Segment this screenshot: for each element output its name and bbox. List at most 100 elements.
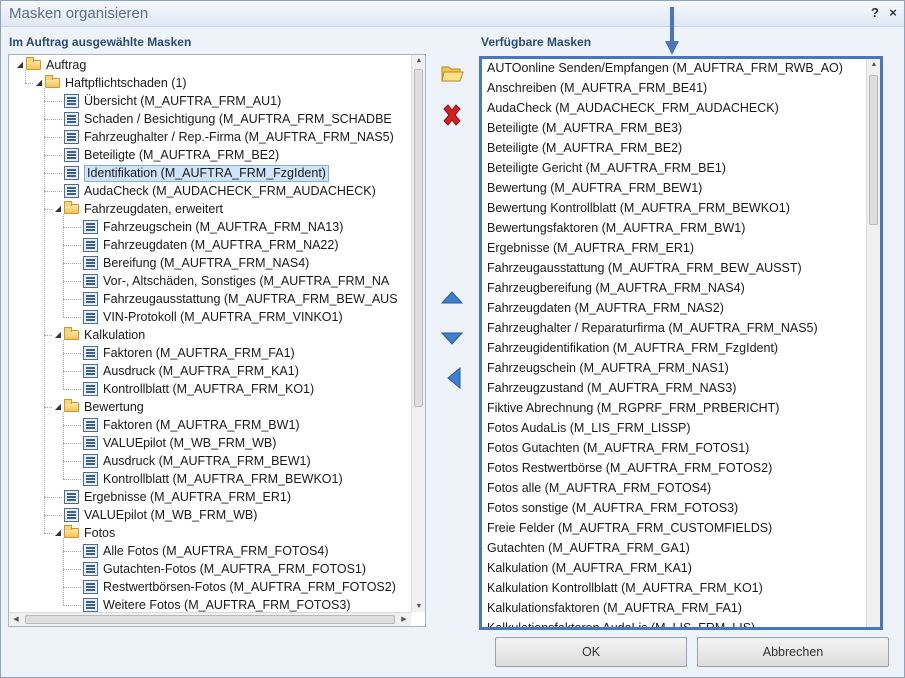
tree-node-label: Fahrzeugschein (M_AUFTRA_FRM_NA13): [103, 220, 344, 234]
scroll-right-icon[interactable]: ▶: [398, 615, 410, 623]
available-mask-item[interactable]: Fiktive Abrechnung (M_RGPRF_FRM_PRBERICH…: [487, 398, 779, 418]
available-mask-item[interactable]: Beteiligte Gericht (M_AUFTRA_FRM_BE1): [487, 158, 726, 178]
tree-connector: [44, 137, 62, 138]
available-mask-item[interactable]: Fahrzeugidentifikation (M_AUFTRA_FRM_Fzg…: [487, 338, 778, 358]
available-mask-item[interactable]: Fahrzeugbereifung (M_AUFTRA_FRM_NAS4): [487, 278, 745, 298]
tree-connector: [63, 245, 81, 246]
available-mask-item[interactable]: Bewertung Kontrollblatt (M_AUFTRA_FRM_BE…: [487, 198, 790, 218]
cancel-button[interactable]: Abbrechen: [697, 637, 889, 667]
collapse-icon[interactable]: ◢: [15, 56, 25, 74]
scroll-down-icon[interactable]: ▼: [413, 603, 425, 610]
mask-form-icon: [83, 418, 98, 432]
available-mask-item[interactable]: Beteiligte (M_AUFTRA_FRM_BE2): [487, 138, 682, 158]
tree-connector: [25, 70, 26, 83]
available-mask-item[interactable]: Ergebnisse (M_AUFTRA_FRM_ER1): [487, 238, 694, 258]
mask-form-icon: [83, 562, 98, 576]
tree-node-label: Übersicht (M_AUFTRA_FRM_AU1): [84, 94, 282, 108]
available-mask-item[interactable]: Fahrzeugzustand (M_AUFTRA_FRM_NAS3): [487, 378, 736, 398]
available-mask-item[interactable]: Fotos alle (M_AUFTRA_FRM_FOTOS4): [487, 478, 711, 498]
open-folder-button[interactable]: [439, 63, 465, 87]
move-down-button[interactable]: [439, 331, 465, 355]
available-mask-item[interactable]: Freie Felder (M_AUFTRA_FRM_CUSTOMFIELDS): [487, 518, 772, 538]
tree-connector: [44, 119, 62, 120]
collapse-icon[interactable]: ◢: [53, 398, 63, 416]
tree-connector: [44, 533, 52, 534]
mask-form-icon: [64, 184, 79, 198]
move-up-button[interactable]: [439, 291, 465, 315]
available-mask-item[interactable]: Bewertungsfaktoren (M_AUFTRA_FRM_BW1): [487, 218, 745, 238]
available-mask-item[interactable]: Fotos Gutachten (M_AUFTRA_FRM_FOTOS1): [487, 438, 749, 458]
mask-form-icon: [83, 220, 98, 234]
tree-node-label: Fahrzeugdaten (M_AUFTRA_FRM_NA22): [103, 238, 339, 252]
ok-button[interactable]: OK: [495, 637, 687, 667]
available-mask-item[interactable]: Beteiligte (M_AUFTRA_FRM_BE3): [487, 118, 682, 138]
available-mask-item[interactable]: AudaCheck (M_AUDACHECK_FRM_AUDACHECK): [487, 98, 779, 118]
tree-node-label: Schaden / Besichtigung (M_AUFTRA_FRM_SCH…: [84, 112, 392, 126]
remove-button[interactable]: [439, 103, 465, 127]
list-scroll-thumb[interactable]: [869, 75, 878, 225]
tree-node-label: AudaCheck (M_AUDACHECK_FRM_AUDACHECK): [84, 184, 376, 198]
mask-form-icon: [83, 598, 98, 612]
tree-node-label: Fahrzeughalter / Rep.-Firma (M_AUFTRA_FR…: [84, 130, 394, 144]
folder-icon: [64, 201, 79, 214]
tree-node-label: Ausdruck (M_AUFTRA_FRM_BEW1): [103, 454, 311, 468]
available-mask-item[interactable]: Fahrzeugausstattung (M_AUFTRA_FRM_BEW_AU…: [487, 258, 802, 278]
window-title: Masken organisieren: [9, 5, 149, 22]
available-mask-item[interactable]: Fotos sonstige (M_AUFTRA_FRM_FOTOS3): [487, 498, 738, 518]
available-mask-item[interactable]: AUTOonline Senden/Empfangen (M_AUFTRA_FR…: [487, 59, 843, 78]
available-mask-item[interactable]: Fotos AudaLis (M_LIS_FRM_LISSP): [487, 418, 691, 438]
mask-form-icon: [83, 310, 98, 324]
scroll-left-icon[interactable]: ◀: [10, 615, 22, 623]
mask-form-icon: [83, 580, 98, 594]
mask-form-icon: [83, 256, 98, 270]
available-masks-heading: Verfügbare Masken: [481, 35, 592, 49]
tree-node-label: Bereifung (M_AUFTRA_FRM_NAS4): [103, 256, 310, 270]
tree-connector: [63, 605, 81, 606]
tree-node-label: Kontrollblatt (M_AUFTRA_FRM_KO1): [103, 382, 315, 396]
tree-node-label: Haftpflichtschaden (1): [65, 76, 187, 90]
tree-connector: [63, 389, 81, 390]
list-scroll-up-icon[interactable]: ▲: [868, 61, 880, 68]
available-mask-item[interactable]: Kalkulationsfaktoren AudaLis (M_LIS_FRM_…: [487, 618, 755, 627]
available-mask-item[interactable]: Fahrzeughalter / Reparaturfirma (M_AUFTR…: [487, 318, 818, 338]
tree-connector: [63, 214, 64, 317]
tree-connector: [63, 353, 81, 354]
scroll-up-icon[interactable]: ▲: [413, 57, 425, 64]
collapse-icon[interactable]: ◢: [34, 74, 44, 92]
move-left-button[interactable]: [441, 366, 467, 391]
help-button[interactable]: ?: [867, 5, 883, 21]
tree-horizontal-scrollbar[interactable]: ◀ ▶: [9, 612, 411, 626]
available-mask-item[interactable]: Kalkulationsfaktoren (M_AUFTRA_FRM_FA1): [487, 598, 742, 618]
available-masks-list[interactable]: AUTOonline Senden/Empfangen (M_AUFTRA_FR…: [479, 56, 883, 630]
tree-node-label: Vor-, Altschäden, Sonstiges (M_AUFTRA_FR…: [103, 274, 390, 288]
tree-connector: [44, 155, 62, 156]
list-vertical-scrollbar[interactable]: ▲: [866, 59, 880, 627]
selected-masks-tree[interactable]: ◢ Auftrag ◢ Haftpflichtschaden (1) Übersicht…: [8, 54, 426, 627]
title-bar: Masken organisieren ? ×: [1, 1, 904, 27]
collapse-icon[interactable]: ◢: [53, 326, 63, 344]
masks-dialog: Masken organisieren ? × Im Auftrag ausge…: [0, 0, 905, 678]
selected-masks-heading: Im Auftrag ausgewählte Masken: [9, 35, 192, 49]
tree-scroll-thumb[interactable]: [414, 69, 423, 407]
tree-node-label: VALUEpilot (M_WB_FRM_WB): [84, 508, 258, 522]
available-mask-item[interactable]: Gutachten (M_AUFTRA_FRM_GA1): [487, 538, 690, 558]
mask-form-icon: [64, 148, 79, 162]
tree-node-label: VIN-Protokoll (M_AUFTRA_FRM_VINKO1): [103, 310, 343, 324]
available-mask-item[interactable]: Fotos Restwertbörse (M_AUFTRA_FRM_FOTOS2…: [487, 458, 772, 478]
tree-hscroll-thumb[interactable]: [25, 615, 395, 624]
collapse-icon[interactable]: ◢: [53, 200, 63, 218]
tree-node-label: Faktoren (M_AUFTRA_FRM_BW1): [103, 418, 300, 432]
tree-node-label: Kalkulation: [84, 328, 146, 342]
available-mask-item[interactable]: Bewertung (M_AUFTRA_FRM_BEW1): [487, 178, 702, 198]
available-mask-item[interactable]: Fahrzeugdaten (M_AUFTRA_FRM_NAS2): [487, 298, 724, 318]
available-mask-item[interactable]: Anschreiben (M_AUFTRA_FRM_BE41): [487, 78, 707, 98]
tree-vertical-scrollbar[interactable]: ▲ ▼: [411, 55, 425, 612]
collapse-icon[interactable]: ◢: [53, 524, 63, 542]
available-mask-item[interactable]: Kalkulation (M_AUFTRA_FRM_KA1): [487, 558, 692, 578]
tree-connector: [63, 227, 81, 228]
folder-icon: [64, 399, 79, 412]
mask-form-icon: [64, 508, 79, 522]
available-mask-item[interactable]: Fahrzeugschein (M_AUFTRA_FRM_NAS1): [487, 358, 729, 378]
available-mask-item[interactable]: Kalkulation Kontrollblatt (M_AUFTRA_FRM_…: [487, 578, 763, 598]
close-button[interactable]: ×: [885, 5, 901, 21]
